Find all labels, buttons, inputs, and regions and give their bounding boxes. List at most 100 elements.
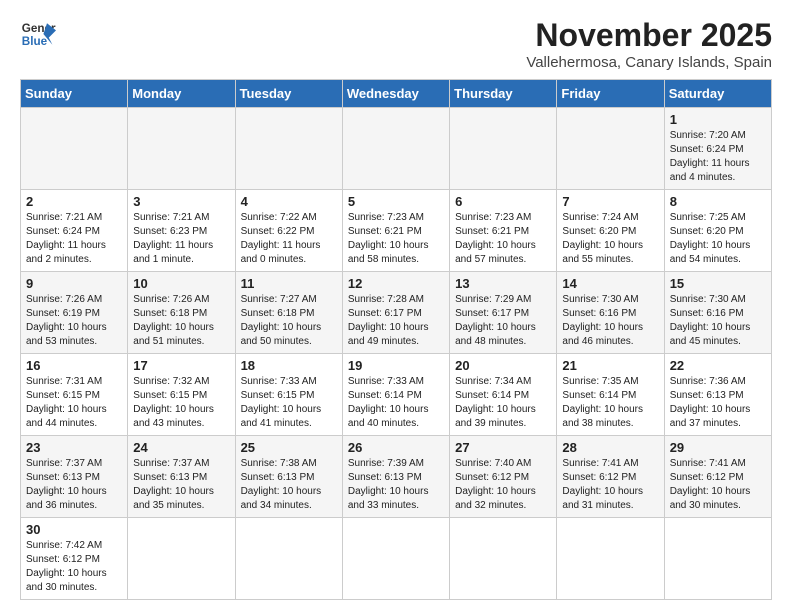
calendar-cell <box>128 518 235 600</box>
header: General Blue November 2025 Vallehermosa,… <box>20 16 772 71</box>
calendar-cell: 18Sunrise: 7:33 AM Sunset: 6:15 PM Dayli… <box>235 354 342 436</box>
day-info: Sunrise: 7:24 AM Sunset: 6:20 PM Dayligh… <box>562 211 658 267</box>
calendar-cell: 20Sunrise: 7:34 AM Sunset: 6:14 PM Dayli… <box>450 354 557 436</box>
day-number: 2 <box>26 194 122 209</box>
day-number: 14 <box>562 276 658 291</box>
calendar-table: SundayMondayTuesdayWednesdayThursdayFrid… <box>20 79 772 600</box>
day-info: Sunrise: 7:23 AM Sunset: 6:21 PM Dayligh… <box>348 211 444 267</box>
day-info: Sunrise: 7:35 AM Sunset: 6:14 PM Dayligh… <box>562 375 658 431</box>
day-number: 3 <box>133 194 229 209</box>
day-number: 7 <box>562 194 658 209</box>
day-info: Sunrise: 7:21 AM Sunset: 6:24 PM Dayligh… <box>26 211 122 267</box>
day-info: Sunrise: 7:23 AM Sunset: 6:21 PM Dayligh… <box>455 211 551 267</box>
day-number: 30 <box>26 522 122 537</box>
calendar-week-row: 1 Sunrise: 7:20 AM Sunset: 6:24 PM Daylig… <box>21 108 772 190</box>
day-info: Sunrise: 7:31 AM Sunset: 6:15 PM Dayligh… <box>26 375 122 431</box>
calendar-cell: 19 Sunrise: 7:33 AM Sunset: 6:14 PM Dayli… <box>342 354 449 436</box>
day-header-saturday: Saturday <box>664 80 771 108</box>
calendar-cell <box>664 518 771 600</box>
day-info: Sunrise: 7:27 AM Sunset: 6:18 PM Dayligh… <box>241 293 337 349</box>
day-header-friday: Friday <box>557 80 664 108</box>
day-info: Sunrise: 7:37 AM Sunset: 6:13 PM Dayligh… <box>26 457 122 513</box>
day-number: 29 <box>670 440 766 455</box>
calendar-cell: 11 Sunrise: 7:27 AM Sunset: 6:18 PM Dayli… <box>235 272 342 354</box>
calendar-cell <box>128 108 235 190</box>
day-info: Sunrise: 7:37 AM Sunset: 6:13 PM Dayligh… <box>133 457 229 513</box>
day-info: Sunrise: 7:21 AM Sunset: 6:23 PM Dayligh… <box>133 211 229 267</box>
day-info: Sunrise: 7:41 AM Sunset: 6:12 PM Dayligh… <box>670 457 766 513</box>
calendar-cell <box>557 108 664 190</box>
day-number: 17 <box>133 358 229 373</box>
calendar-cell: 17Sunrise: 7:32 AM Sunset: 6:15 PM Dayli… <box>128 354 235 436</box>
calendar-cell: 15Sunrise: 7:30 AM Sunset: 6:16 PM Dayli… <box>664 272 771 354</box>
day-info: Sunrise: 7:34 AM Sunset: 6:14 PM Dayligh… <box>455 375 551 431</box>
calendar-cell: 3 Sunrise: 7:21 AM Sunset: 6:23 PM Daylig… <box>128 190 235 272</box>
day-number: 19 <box>348 358 444 373</box>
calendar-cell: 24Sunrise: 7:37 AM Sunset: 6:13 PM Dayli… <box>128 436 235 518</box>
calendar-cell: 25 Sunrise: 7:38 AM Sunset: 6:13 PM Dayli… <box>235 436 342 518</box>
calendar-cell <box>235 518 342 600</box>
calendar-cell <box>557 518 664 600</box>
calendar-cell: 6 Sunrise: 7:23 AM Sunset: 6:21 PM Daylig… <box>450 190 557 272</box>
day-info: Sunrise: 7:39 AM Sunset: 6:13 PM Dayligh… <box>348 457 444 513</box>
calendar-cell <box>342 108 449 190</box>
day-info: Sunrise: 7:42 AM Sunset: 6:12 PM Dayligh… <box>26 539 122 595</box>
calendar-week-row: 2 Sunrise: 7:21 AM Sunset: 6:24 PM Daylig… <box>21 190 772 272</box>
generalblue-logo-icon: General Blue <box>20 16 56 52</box>
calendar-cell: 16 Sunrise: 7:31 AM Sunset: 6:15 PM Dayli… <box>21 354 128 436</box>
day-number: 22 <box>670 358 766 373</box>
day-header-tuesday: Tuesday <box>235 80 342 108</box>
calendar-cell: 21 Sunrise: 7:35 AM Sunset: 6:14 PM Dayli… <box>557 354 664 436</box>
calendar-cell: 1 Sunrise: 7:20 AM Sunset: 6:24 PM Daylig… <box>664 108 771 190</box>
day-header-monday: Monday <box>128 80 235 108</box>
day-info: Sunrise: 7:26 AM Sunset: 6:18 PM Dayligh… <box>133 293 229 349</box>
day-number: 9 <box>26 276 122 291</box>
day-number: 15 <box>670 276 766 291</box>
day-number: 26 <box>348 440 444 455</box>
day-info: Sunrise: 7:40 AM Sunset: 6:12 PM Dayligh… <box>455 457 551 513</box>
day-number: 21 <box>562 358 658 373</box>
day-number: 23 <box>26 440 122 455</box>
calendar-cell: 23 Sunrise: 7:37 AM Sunset: 6:13 PM Dayli… <box>21 436 128 518</box>
month-title: November 2025 <box>526 16 772 54</box>
calendar-cell: 9 Sunrise: 7:26 AM Sunset: 6:19 PM Daylig… <box>21 272 128 354</box>
day-number: 11 <box>241 276 337 291</box>
location-subtitle: Vallehermosa, Canary Islands, Spain <box>526 54 772 71</box>
calendar-cell: 26 Sunrise: 7:39 AM Sunset: 6:13 PM Dayli… <box>342 436 449 518</box>
calendar-cell: 5 Sunrise: 7:23 AM Sunset: 6:21 PM Daylig… <box>342 190 449 272</box>
day-number: 6 <box>455 194 551 209</box>
logo: General Blue <box>20 16 56 52</box>
calendar-cell: 30 Sunrise: 7:42 AM Sunset: 6:12 PM Dayli… <box>21 518 128 600</box>
calendar-cell: 7 Sunrise: 7:24 AM Sunset: 6:20 PM Daylig… <box>557 190 664 272</box>
day-info: Sunrise: 7:20 AM Sunset: 6:24 PM Dayligh… <box>670 129 766 185</box>
day-info: Sunrise: 7:26 AM Sunset: 6:19 PM Dayligh… <box>26 293 122 349</box>
day-info: Sunrise: 7:30 AM Sunset: 6:16 PM Dayligh… <box>562 293 658 349</box>
day-info: Sunrise: 7:38 AM Sunset: 6:13 PM Dayligh… <box>241 457 337 513</box>
day-info: Sunrise: 7:33 AM Sunset: 6:14 PM Dayligh… <box>348 375 444 431</box>
calendar-cell: 28Sunrise: 7:41 AM Sunset: 6:12 PM Dayli… <box>557 436 664 518</box>
day-number: 4 <box>241 194 337 209</box>
day-header-wednesday: Wednesday <box>342 80 449 108</box>
day-info: Sunrise: 7:25 AM Sunset: 6:20 PM Dayligh… <box>670 211 766 267</box>
day-info: Sunrise: 7:29 AM Sunset: 6:17 PM Dayligh… <box>455 293 551 349</box>
day-number: 16 <box>26 358 122 373</box>
calendar-cell: 29 Sunrise: 7:41 AM Sunset: 6:12 PM Dayli… <box>664 436 771 518</box>
day-number: 18 <box>241 358 337 373</box>
calendar-cell <box>450 108 557 190</box>
calendar-cell: 12Sunrise: 7:28 AM Sunset: 6:17 PM Dayli… <box>342 272 449 354</box>
svg-text:Blue: Blue <box>22 35 48 48</box>
day-number: 5 <box>348 194 444 209</box>
day-info: Sunrise: 7:22 AM Sunset: 6:22 PM Dayligh… <box>241 211 337 267</box>
day-number: 1 <box>670 112 766 127</box>
calendar-cell <box>235 108 342 190</box>
day-info: Sunrise: 7:41 AM Sunset: 6:12 PM Dayligh… <box>562 457 658 513</box>
calendar-cell: 27Sunrise: 7:40 AM Sunset: 6:12 PM Dayli… <box>450 436 557 518</box>
calendar-cell: 2 Sunrise: 7:21 AM Sunset: 6:24 PM Daylig… <box>21 190 128 272</box>
calendar-cell: 22Sunrise: 7:36 AM Sunset: 6:13 PM Dayli… <box>664 354 771 436</box>
calendar-cell <box>342 518 449 600</box>
day-number: 25 <box>241 440 337 455</box>
calendar-header-row: SundayMondayTuesdayWednesdayThursdayFrid… <box>21 80 772 108</box>
day-number: 13 <box>455 276 551 291</box>
day-header-thursday: Thursday <box>450 80 557 108</box>
day-number: 8 <box>670 194 766 209</box>
